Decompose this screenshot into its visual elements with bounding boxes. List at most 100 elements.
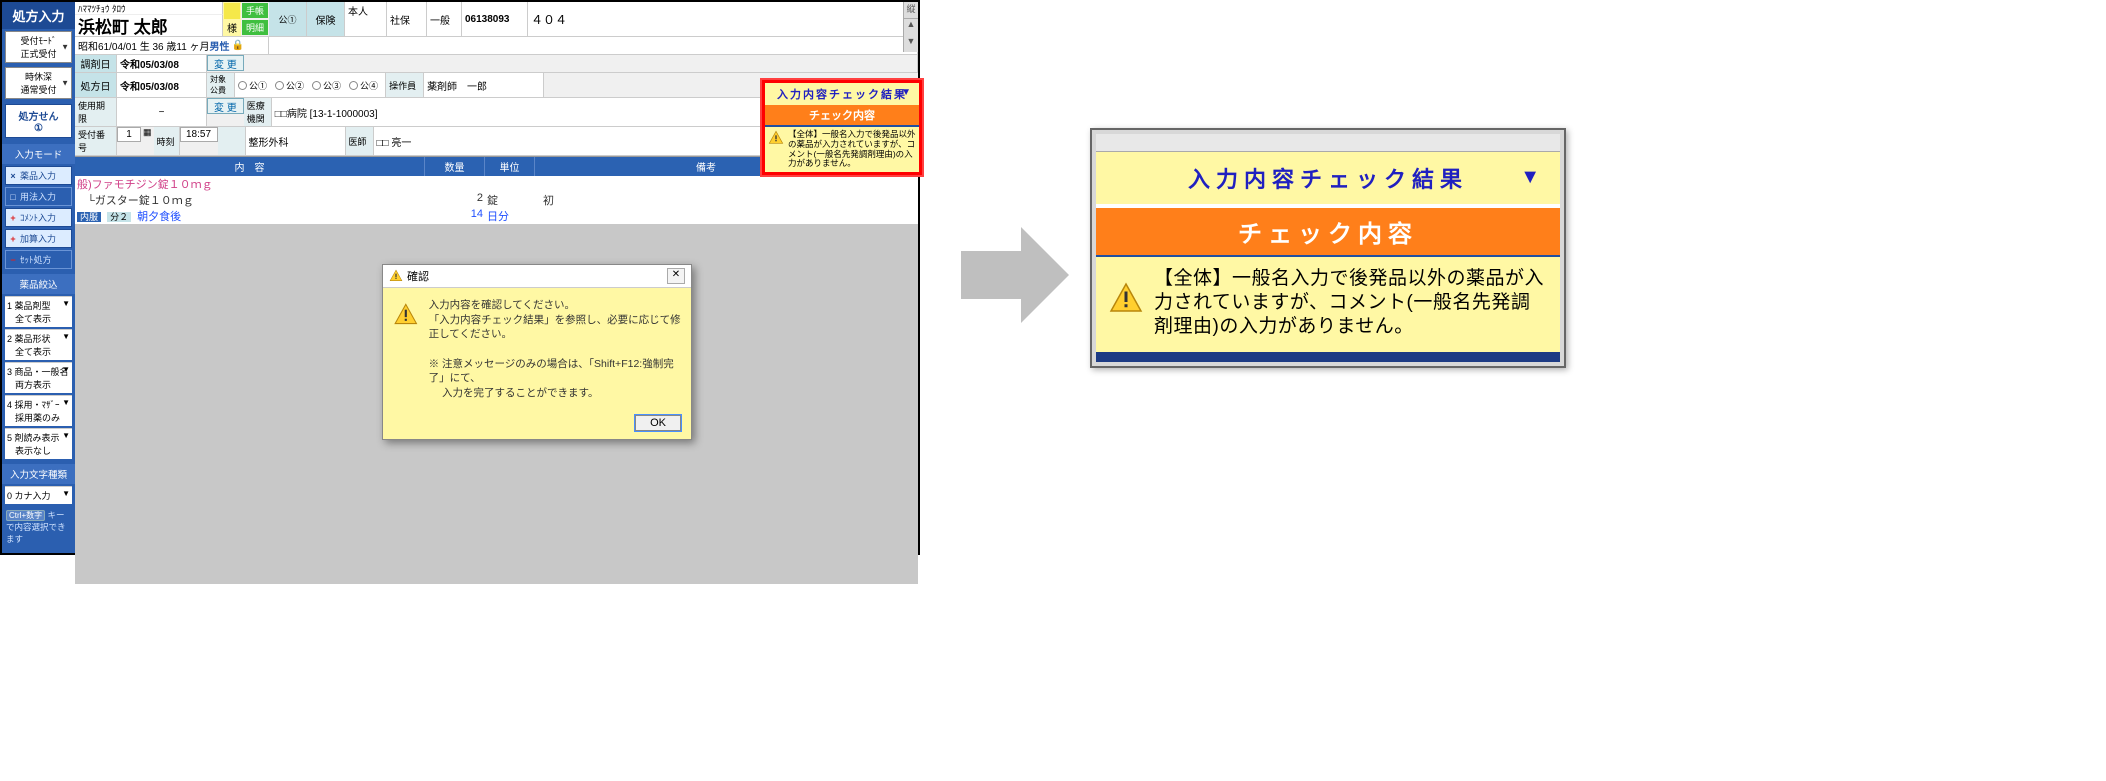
filter-l1: 商品・一般名 <box>15 367 69 377</box>
mode-icon: + <box>8 234 18 244</box>
dialog-line3: ※ 注意メッセージのみの場合は、「Shift+F12:強制完了」にて、 <box>429 357 681 386</box>
ins-name: 社保 <box>390 12 410 27</box>
change-button-2[interactable]: 変 更 <box>207 98 244 114</box>
use-label: 使用期限 <box>75 98 117 126</box>
shohou-label: 処方日 <box>75 73 117 97</box>
mode-item-2[interactable]: +ｺﾒﾝﾄ入力 <box>5 208 72 227</box>
wait-label: 時休深 <box>8 70 69 83</box>
op-value: 薬剤師 一郎 <box>427 78 487 93</box>
side-title: 処方入力 <box>2 2 75 29</box>
badge-blank <box>224 3 240 19</box>
dept-value: 整形外科 <box>249 134 289 149</box>
char-filter[interactable]: 0 カナ入力 ▼ <box>5 486 72 504</box>
row3-qty: 14 <box>427 208 487 224</box>
rx-tab[interactable]: 処方せん ① <box>5 104 72 138</box>
patient-name: 浜松町 太郎 <box>78 13 168 38</box>
mode-item-0[interactable]: ×薬品入力 <box>5 166 72 185</box>
row2-note: 初 <box>543 195 554 207</box>
rx-row-usage[interactable]: 内服 分２ 朝夕食後 14 日分 <box>75 208 918 224</box>
filter-l2: 両方表示 <box>7 380 51 390</box>
chevron-down-icon: ▼ <box>62 332 70 341</box>
filter-item-0[interactable]: 1 薬品剤型全て表示▼ <box>5 296 72 327</box>
badge-notebook[interactable]: 手帳 <box>242 3 268 18</box>
ok-button[interactable]: OK <box>635 415 681 431</box>
filter-header: 薬品絞込 <box>2 274 75 294</box>
filter-num: 0 <box>7 491 12 501</box>
chevron-down-icon: ▼ <box>62 398 70 407</box>
mode-label: ｾｯﾄ処方 <box>20 253 52 266</box>
warning-icon <box>389 269 403 283</box>
radio-pub3[interactable]: 公③ <box>312 79 341 92</box>
filter-item-1[interactable]: 2 薬品形状全て表示▼ <box>5 329 72 360</box>
patient-no: ４０４ <box>531 11 567 28</box>
wait-value: 通常受付 <box>8 83 69 96</box>
dob-line: 昭和61/04/01 生 36 歳11 ヶ月 <box>78 38 210 53</box>
mode-item-4[interactable]: −ｾｯﾄ処方 <box>5 250 72 269</box>
mode-item-1[interactable]: □用法入力 <box>5 187 72 206</box>
change-button-1[interactable]: 変 更 <box>207 55 244 71</box>
stepper-icon[interactable]: ▦ <box>141 127 154 155</box>
sama-label: 様 <box>223 20 241 35</box>
row3-tag2: 分２ <box>107 212 131 222</box>
close-button[interactable]: ✕ <box>667 268 685 284</box>
dialog-body: 入力内容を確認してください。 「入力内容チェック結果」を参照し、必要に応じて修正… <box>383 288 691 411</box>
mode-icon: × <box>8 171 18 181</box>
badge-detail[interactable]: 明細 <box>242 20 268 35</box>
rx-row-product[interactable]: └ガスター錠１０ｍｇ 2 錠 初 <box>75 192 918 208</box>
row2-drug: └ガスター錠１０ｍｇ <box>87 195 194 207</box>
dialog-titlebar: 確認 ✕ <box>383 265 691 288</box>
filter-num: 4 <box>7 400 12 410</box>
filter-item-4[interactable]: 5 剤読み表示表示なし▼ <box>5 428 72 459</box>
zoom-panel: 入力内容チェック結果 ▼ チェック内容 【全体】一般名入力で後発品以外の薬品が入… <box>1090 128 1566 368</box>
zoom-sub: チェック内容 <box>1096 204 1560 255</box>
rx-row-generic[interactable]: 般)ファモチジン錠１０ｍｇ <box>75 176 918 192</box>
radio-pub2[interactable]: 公② <box>275 79 304 92</box>
filter-item-2[interactable]: 3 商品・一般名両方表示▼ <box>5 362 72 393</box>
radio-pub4[interactable]: 公④ <box>349 79 378 92</box>
mode-label: ｺﾒﾝﾄ入力 <box>20 211 56 224</box>
input-mode-header: 入力モード <box>2 144 75 164</box>
row3-unit: 日分 <box>487 208 537 224</box>
col-qty: 数量 <box>425 157 485 176</box>
check-header[interactable]: 入力内容チェック結果 ▼ <box>765 83 919 105</box>
recv-mode-label: 受付ﾓｰﾄﾞ <box>8 34 69 47</box>
row3-tag1: 内服 <box>77 212 101 222</box>
chevron-down-icon: ▼ <box>1520 166 1546 189</box>
filter-label: カナ入力 <box>15 491 51 501</box>
radio-pub1[interactable]: 公① <box>238 79 267 92</box>
shohou-date: 令和05/03/08 <box>120 78 179 93</box>
mode-item-3[interactable]: +加算入力 <box>5 229 72 248</box>
mode-label: 加算入力 <box>20 232 56 245</box>
wait-mode-button[interactable]: 時休深 通常受付 ▼ <box>5 67 72 99</box>
recv-no-input[interactable] <box>117 127 141 142</box>
chevron-down-icon: ▼ <box>62 431 70 440</box>
inst-value: □□病院 [13-1-1000003] <box>275 105 378 120</box>
chevron-down-icon: ▼ <box>62 365 70 374</box>
filter-l1: 薬品形状 <box>15 334 51 344</box>
zoom-header[interactable]: 入力内容チェック結果 ▼ <box>1096 152 1560 204</box>
ins-no: 06138093 <box>465 14 510 25</box>
time-input[interactable] <box>180 127 218 142</box>
row3-usage: 朝夕食後 <box>137 211 181 223</box>
zoom-scroll[interactable] <box>1096 134 1560 152</box>
mode-icon: □ <box>8 192 18 202</box>
row1-label: 般) <box>77 179 92 191</box>
check-sub: チェック内容 <box>765 105 919 125</box>
check-result-panel: 入力内容チェック結果 ▼ チェック内容 【全体】一般名入力で後発品以外の薬品が入… <box>762 80 922 175</box>
dr-label: 医師 <box>346 127 374 155</box>
mode-icon: + <box>8 213 18 223</box>
ins-label: 保険 <box>307 2 345 36</box>
row2-qty: 2 <box>427 192 487 208</box>
check-body: 【全体】一般名入力で後発品以外の薬品が入力されていますが、コメント(一般名先発調… <box>765 125 919 172</box>
target-label: 対象公費 <box>207 73 235 97</box>
header-scroll[interactable]: 縦▲▼ <box>903 2 918 52</box>
check-text: 【全体】一般名入力で後発品以外の薬品が入力されていますが、コメント(一般名先発調… <box>788 130 916 169</box>
dialog-footer: OK <box>383 411 691 439</box>
warning-icon <box>768 130 784 146</box>
char-header: 入力文字種類 <box>2 464 75 484</box>
warning-icon <box>1108 281 1144 317</box>
inst-label: 医療機関 <box>244 98 272 126</box>
pub-label: 公① <box>269 2 307 36</box>
filter-item-3[interactable]: 4 採用・ﾏｻﾞｰ採用薬のみ▼ <box>5 395 72 426</box>
recv-mode-button[interactable]: 受付ﾓｰﾄﾞ 正式受付 ▼ <box>5 31 72 63</box>
